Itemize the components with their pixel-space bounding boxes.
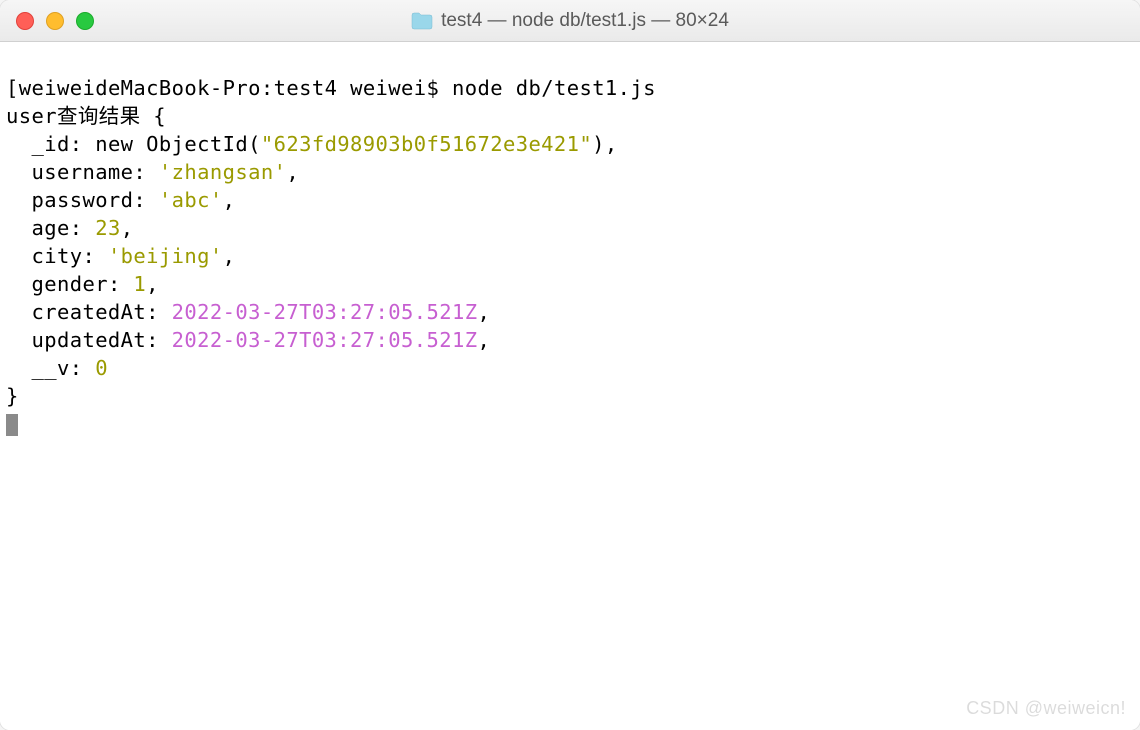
cursor	[6, 414, 18, 436]
minimize-window-button[interactable]	[46, 12, 64, 30]
titlebar: test4 — node db/test1.js — 80×24	[0, 0, 1140, 42]
command-text: node db/test1.js	[452, 76, 656, 100]
field-id: _id: new ObjectId("623fd98903b0f51672e3e…	[31, 132, 617, 156]
field-updatedAt: updatedAt: 2022-03-27T03:27:05.521Z,	[31, 328, 490, 352]
maximize-window-button[interactable]	[76, 12, 94, 30]
terminal-window: test4 — node db/test1.js — 80×24 [weiwei…	[0, 0, 1140, 730]
prompt-line: [weiweideMacBook-Pro:test4 weiwei$ node …	[6, 76, 656, 100]
output-close: }	[6, 384, 19, 408]
watermark: CSDN @weiweicn!	[966, 694, 1126, 722]
field-age: age: 23,	[31, 216, 133, 240]
window-title-text: test4 — node db/test1.js — 80×24	[441, 10, 729, 32]
field-gender: gender: 1,	[31, 272, 158, 296]
window-title: test4 — node db/test1.js — 80×24	[0, 10, 1140, 32]
folder-icon	[411, 12, 433, 30]
window-controls	[0, 12, 94, 30]
field-password: password: 'abc',	[31, 188, 235, 212]
field-v: __v: 0	[31, 356, 107, 380]
terminal-output[interactable]: [weiweideMacBook-Pro:test4 weiwei$ node …	[0, 42, 1140, 730]
close-window-button[interactable]	[16, 12, 34, 30]
output-header: user查询结果 {	[6, 104, 166, 128]
field-createdAt: createdAt: 2022-03-27T03:27:05.521Z,	[31, 300, 490, 324]
field-city: city: 'beijing',	[31, 244, 235, 268]
field-username: username: 'zhangsan',	[31, 160, 299, 184]
